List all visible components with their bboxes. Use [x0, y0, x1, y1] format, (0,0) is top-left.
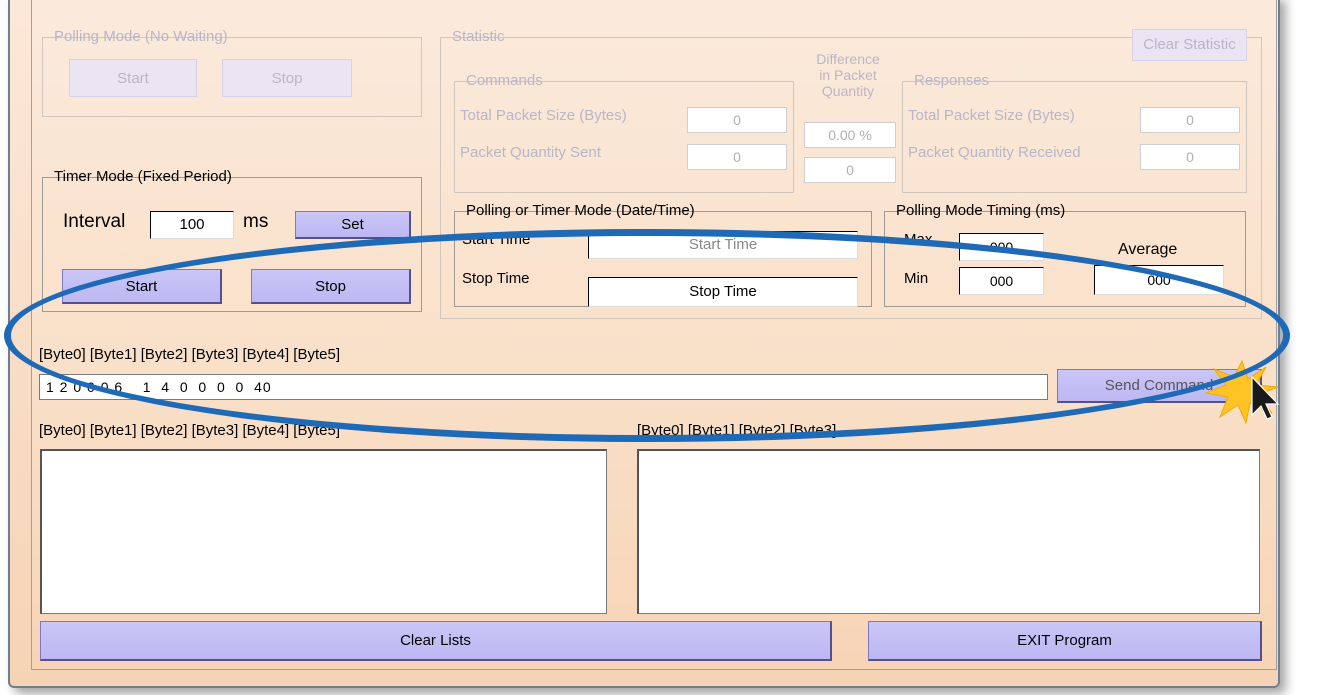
commands-total-size-value: 0	[687, 107, 787, 133]
timing-average-label: Average	[1118, 241, 1178, 258]
polling-stop-button[interactable]: Stop	[222, 59, 352, 97]
responses-quantity-label: Packet Quantity Received	[908, 144, 1081, 161]
commands-quantity-label: Packet Quantity Sent	[460, 144, 601, 161]
right-list-header: [Byte0] [Byte1] [Byte2] [Byte3]	[637, 422, 837, 439]
client-area: Polling Mode (No Waiting) Start Stop Tim…	[31, 0, 1280, 670]
difference-header: Difference in Packet Quantity	[800, 51, 896, 99]
stop-time-value: Stop Time	[588, 277, 858, 307]
timing-min-label: Min	[904, 270, 929, 287]
left-list-header: [Byte0] [Byte1] [Byte2] [Byte3] [Byte4] …	[39, 422, 340, 439]
start-time-label: Start Time	[462, 231, 531, 248]
command-list-box[interactable]	[40, 449, 607, 614]
responses-group: Responses	[902, 73, 1247, 193]
clear-statistic-button[interactable]: Clear Statistic	[1132, 29, 1247, 61]
click-burst-icon	[1204, 359, 1280, 425]
commands-quantity-value: 0	[687, 144, 787, 170]
responses-total-size-value: 0	[1140, 107, 1240, 133]
difference-percent-value: 0.00 %	[804, 122, 896, 148]
interval-label: Interval	[63, 211, 126, 232]
exit-program-button[interactable]: EXIT Program	[868, 621, 1262, 661]
stop-time-label: Stop Time	[462, 270, 530, 287]
application-window: Polling Mode (No Waiting) Start Stop Tim…	[8, 0, 1280, 688]
timer-stop-button[interactable]: Stop	[251, 269, 411, 304]
command-input[interactable]: 1 2 0 0 0 6 1 4 0 0 0 0 40	[39, 374, 1048, 400]
commands-group: Commands	[454, 73, 794, 193]
responses-quantity-value: 0	[1140, 144, 1240, 170]
commands-legend: Commands	[466, 72, 543, 89]
polling-start-button[interactable]: Start	[69, 59, 197, 97]
timing-max-label: Max	[904, 231, 933, 248]
commands-total-size-label: Total Packet Size (Bytes)	[460, 107, 627, 124]
datetime-legend: Polling or Timer Mode (Date/Time)	[466, 202, 695, 219]
difference-header-line2: in Packet	[819, 67, 877, 83]
polling-mode-legend: Polling Mode (No Waiting)	[54, 28, 228, 45]
responses-legend: Responses	[914, 72, 990, 89]
difference-header-line1: Difference	[816, 51, 880, 67]
timing-average-value: 000	[1094, 265, 1224, 295]
difference-count-value: 0	[804, 157, 896, 183]
responses-total-size-label: Total Packet Size (Bytes)	[908, 107, 1075, 124]
timing-min-value: 000	[959, 267, 1044, 295]
interval-input[interactable]: 100	[150, 211, 234, 239]
start-time-value: Start Time	[588, 231, 858, 259]
timing-legend: Polling Mode Timing (ms)	[896, 202, 1066, 219]
timer-start-button[interactable]: Start	[62, 269, 222, 304]
timer-mode-legend: Timer Mode (Fixed Period)	[54, 168, 232, 185]
clear-lists-button[interactable]: Clear Lists	[40, 621, 832, 661]
response-list-box[interactable]	[637, 449, 1260, 614]
set-interval-button[interactable]: Set	[295, 211, 411, 239]
timing-max-value: 000	[959, 233, 1044, 261]
command-byte-header: [Byte0] [Byte1] [Byte2] [Byte3] [Byte4] …	[39, 346, 340, 363]
difference-header-line3: Quantity	[821, 83, 875, 99]
statistic-legend: Statistic	[452, 28, 505, 45]
interval-unit-label: ms	[243, 211, 269, 232]
